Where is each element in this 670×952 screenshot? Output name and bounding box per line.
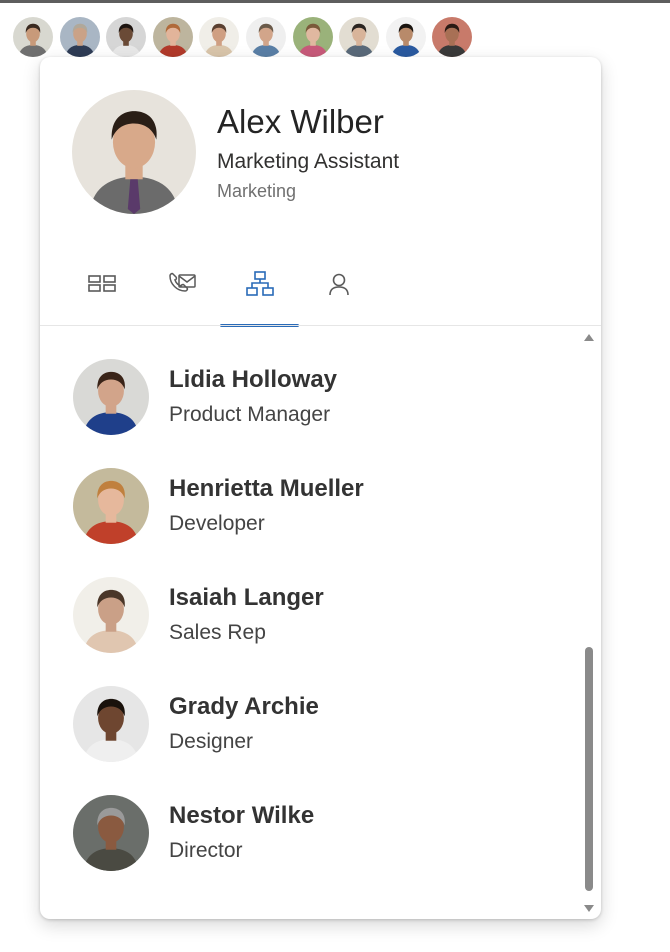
avatar [73, 359, 149, 435]
card-tabs [62, 255, 382, 327]
strip-avatar[interactable] [246, 17, 286, 57]
avatar-photo [292, 17, 333, 57]
avatar-photo [106, 17, 147, 57]
avatar-photo [199, 17, 240, 57]
list-item-name: Isaiah Langer [169, 584, 324, 611]
avatar [73, 686, 149, 762]
list-item[interactable]: Grady Archie Designer [40, 674, 560, 774]
avatar [73, 795, 149, 871]
tab-overview[interactable] [62, 255, 141, 327]
strip-avatar[interactable] [432, 17, 473, 57]
tabs-divider [40, 325, 601, 326]
avatar-photo [59, 17, 100, 57]
avatar-photo [246, 17, 286, 57]
list-item[interactable]: Henrietta Mueller Developer [40, 456, 560, 556]
strip-avatar[interactable] [292, 17, 333, 57]
person-department: Marketing [217, 181, 297, 201]
scroll-thumb[interactable] [585, 647, 593, 891]
list-item[interactable]: Lidia Holloway Product Manager [40, 347, 560, 447]
avatar-photo [339, 17, 380, 57]
scroll-up-icon[interactable] [582, 331, 596, 343]
profile-photo[interactable] [72, 90, 196, 214]
strip-avatar[interactable] [339, 17, 380, 57]
contact-icon [169, 272, 196, 292]
scroll-down-icon[interactable] [582, 903, 596, 915]
tab-organization[interactable] [220, 255, 299, 327]
strip-avatar[interactable] [13, 17, 53, 57]
top-border [0, 0, 670, 3]
strip-avatar[interactable] [152, 17, 193, 57]
organization-icon [246, 271, 274, 296]
list-scrollbar[interactable] [581, 329, 597, 917]
strip-avatar[interactable] [59, 17, 100, 57]
avatar-photo [432, 17, 473, 57]
list-item-name: Lidia Holloway [169, 366, 338, 393]
list-item[interactable]: Nestor Wilke Director [40, 783, 560, 883]
list-item-name: Henrietta Mueller [169, 475, 364, 502]
list-item-role: Sales Rep [169, 621, 266, 644]
person-name: Alex Wilber [217, 103, 384, 140]
avatar [73, 577, 149, 653]
person-card: Alex Wilber Marketing Assistant Marketin… [40, 57, 601, 919]
tab-contact[interactable] [141, 255, 220, 327]
person-title: Marketing Assistant [217, 150, 400, 173]
strip-avatar[interactable] [106, 17, 147, 57]
direct-reports-list: Lidia Holloway Product Manager Henrietta M… [40, 327, 580, 919]
card-header: Alex Wilber Marketing Assistant Marketin… [40, 57, 601, 237]
avatar-photo [385, 17, 426, 57]
overview-icon [88, 275, 116, 292]
strip-avatar[interactable] [199, 17, 240, 57]
list-item-role: Designer [169, 730, 254, 753]
avatar [72, 90, 196, 214]
list-item-role: Director [169, 839, 243, 862]
tab-profile[interactable] [299, 255, 378, 327]
list-item-role: Product Manager [169, 403, 331, 426]
list-item-name: Nestor Wilke [169, 802, 315, 829]
list-item-name: Grady Archie [169, 693, 319, 720]
list-item-role: Developer [169, 512, 265, 535]
avatar-photo [13, 17, 53, 57]
person-icon [329, 273, 349, 296]
avatar [73, 468, 149, 544]
strip-avatar[interactable] [385, 17, 426, 57]
avatar-photo [152, 17, 193, 57]
list-item[interactable]: Isaiah Langer Sales Rep [40, 565, 560, 665]
